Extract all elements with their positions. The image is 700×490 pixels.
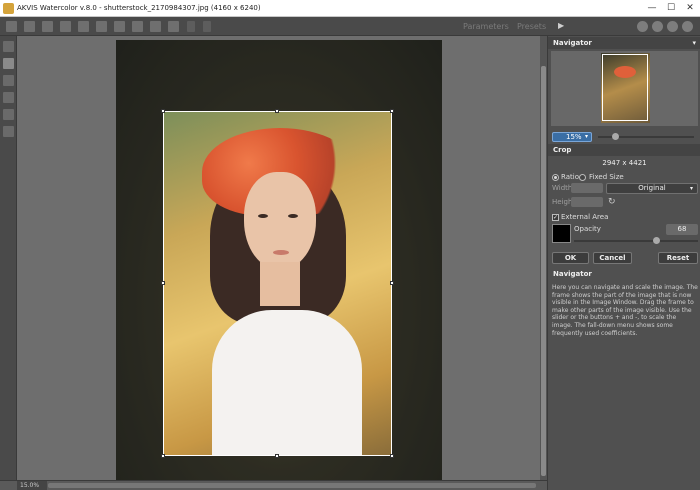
run-icon[interactable]: ▶ — [558, 21, 564, 30]
after-icon[interactable] — [150, 21, 161, 32]
opacity-label: Opacity — [574, 225, 601, 233]
help-icon[interactable] — [652, 21, 663, 32]
fixed-size-radio[interactable] — [579, 174, 586, 181]
minimize-button[interactable]: — — [645, 2, 659, 14]
crop-handle-top-left[interactable] — [161, 109, 165, 113]
crop-handle-top[interactable] — [275, 109, 279, 113]
maximize-button[interactable]: ☐ — [664, 2, 678, 14]
ratio-preset-caret: ▾ — [689, 185, 693, 192]
crop-handle-top-right[interactable] — [390, 109, 394, 113]
tool-bar — [0, 36, 17, 480]
neck — [260, 262, 300, 306]
ratio-preset-value: Original — [638, 184, 666, 192]
vertical-scroll-thumb[interactable] — [541, 66, 546, 476]
share-icon[interactable] — [78, 21, 89, 32]
compare-icon[interactable] — [168, 21, 179, 32]
crop-handle-bottom-left[interactable] — [161, 454, 165, 458]
help-text: Here you can navigate and scale the imag… — [552, 284, 698, 337]
navigator-header: Navigator ▾ — [548, 37, 700, 49]
text-icon[interactable] — [114, 21, 125, 32]
crop-dimensions: 2947 x 4421 — [602, 159, 647, 167]
save-file-icon[interactable] — [24, 21, 35, 32]
external-area-color-swatch[interactable] — [552, 224, 571, 243]
opacity-slider-thumb[interactable] — [653, 237, 660, 244]
image-window[interactable] — [17, 36, 540, 480]
cancel-button[interactable]: Cancel — [593, 252, 632, 264]
canvas-icon[interactable] — [96, 21, 107, 32]
app-logo-icon — [3, 3, 14, 14]
zoom-select-value: 15% — [566, 133, 582, 141]
swap-orientation-icon[interactable]: ↻ — [608, 197, 618, 207]
eraser-icon[interactable] — [3, 92, 14, 103]
help-header: Navigator — [548, 268, 700, 280]
zoom-slider-thumb[interactable] — [612, 133, 619, 140]
opacity-field[interactable]: 68 — [666, 224, 698, 235]
crop-frame[interactable] — [163, 111, 392, 456]
ratio-radio[interactable] — [552, 174, 559, 181]
title-bar: AKVIS Watercolor v.8.0 - shutterstock_21… — [0, 0, 700, 17]
navigator-header-label: Navigator — [553, 39, 592, 47]
settings-panel: Navigator ▾ 15% ▾ Crop 2947 x 4421 Ratio… — [547, 36, 700, 490]
width-field[interactable] — [571, 183, 603, 193]
navigator-menu-caret[interactable]: ▾ — [692, 37, 696, 49]
window-title: AKVIS Watercolor v.8.0 - shutterstock_21… — [17, 4, 261, 12]
zoom-select-caret: ▾ — [584, 133, 588, 140]
parameters-tab[interactable]: Parameters — [463, 22, 509, 31]
crop-icon[interactable] — [3, 58, 14, 69]
ok-button[interactable]: OK — [552, 252, 589, 264]
preview-eye-icon[interactable] — [3, 41, 14, 52]
navigator-frame[interactable] — [602, 54, 648, 121]
close-button[interactable]: ✕ — [683, 2, 697, 14]
left-eye — [258, 214, 268, 218]
dress — [212, 310, 362, 455]
info-icon[interactable] — [637, 21, 648, 32]
photo — [116, 40, 442, 480]
redo-icon[interactable] — [203, 21, 211, 32]
batch-icon[interactable] — [42, 21, 53, 32]
external-area-checkbox[interactable]: ✓ — [552, 214, 559, 221]
settings-gear-icon[interactable] — [667, 21, 678, 32]
crop-handle-bottom-right[interactable] — [390, 454, 394, 458]
fixed-size-label: Fixed Size — [589, 173, 624, 181]
brush-icon[interactable] — [3, 75, 14, 86]
main-toolbar: Parameters Presets ▶ — [0, 17, 700, 36]
width-label: Width — [552, 184, 573, 192]
horizontal-scrollbar[interactable] — [48, 483, 536, 488]
opacity-slider-track[interactable] — [574, 240, 698, 242]
external-area-label: External Area — [561, 213, 609, 221]
zoom-select[interactable]: 15% ▾ — [552, 132, 592, 142]
crop-handle-right[interactable] — [390, 281, 394, 285]
crop-handle-bottom[interactable] — [275, 454, 279, 458]
vertical-scrollbar[interactable] — [540, 36, 547, 480]
navigator-preview[interactable] — [551, 51, 698, 126]
undo-icon[interactable] — [187, 21, 195, 32]
before-icon[interactable] — [132, 21, 143, 32]
reset-button[interactable]: Reset — [658, 252, 698, 264]
crop-handle-left[interactable] — [161, 281, 165, 285]
print-icon[interactable] — [60, 21, 71, 32]
zoom-icon[interactable] — [3, 126, 14, 137]
face — [244, 172, 316, 270]
lips — [273, 250, 289, 255]
right-eye — [288, 214, 298, 218]
presets-tab[interactable]: Presets — [517, 22, 546, 31]
navigator-thumbnail — [601, 53, 650, 123]
height-field[interactable] — [571, 197, 603, 207]
open-file-icon[interactable] — [6, 21, 17, 32]
ratio-preset-dropdown[interactable]: Original ▾ — [606, 183, 698, 194]
crop-header: Crop — [548, 144, 700, 156]
hand-icon[interactable] — [3, 109, 14, 120]
notifications-icon[interactable] — [682, 21, 693, 32]
zoom-readout[interactable]: 15.0% — [17, 481, 47, 490]
ratio-label: Ratio — [561, 173, 579, 181]
